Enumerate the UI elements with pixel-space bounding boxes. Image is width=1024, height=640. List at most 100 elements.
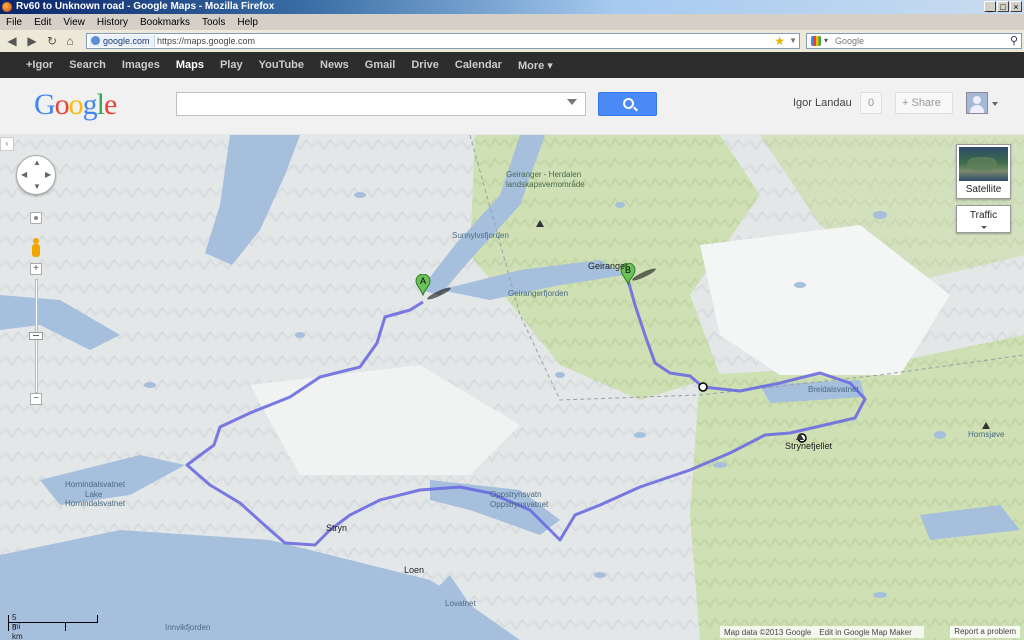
magnifier-icon [623, 98, 634, 109]
label-sunnylvsfjorden: Sunnylvsfjorden [452, 231, 509, 240]
google-header: Google Igor Landau 0 + Share [0, 78, 1024, 135]
menu-history[interactable]: History [91, 17, 134, 28]
menu-edit[interactable]: Edit [28, 17, 57, 28]
collapse-panel-icon[interactable]: ‹ [0, 137, 14, 151]
share-button[interactable]: + Share [895, 92, 953, 114]
label-geiranger-area-2: landskapsvernområde [506, 180, 585, 189]
pan-control[interactable]: ▲ ▼ ◀ ▶ [16, 155, 56, 195]
pan-right-icon[interactable]: ▶ [45, 171, 51, 179]
pan-up-icon[interactable]: ▲ [33, 159, 41, 167]
satellite-label: Satellite [965, 184, 1002, 195]
traffic-label: Traffic [969, 210, 998, 221]
menu-view[interactable]: View [57, 17, 91, 28]
map-tiles[interactable] [0, 135, 1024, 640]
gbar-images[interactable]: Images [122, 59, 160, 71]
gbar-news[interactable]: News [320, 59, 349, 71]
maps-search-box[interactable] [176, 92, 586, 116]
map-data-credit: Map data ©2013 Google [724, 627, 812, 637]
label-strynefjellet: Strynefjellet [785, 441, 833, 451]
engine-dropdown-icon[interactable]: ▾ [824, 34, 828, 48]
gbar-maps[interactable]: Maps [176, 59, 204, 71]
label-oppstrynsvatnet: Oppstrynsvatnet [490, 500, 549, 509]
menu-bookmarks[interactable]: Bookmarks [134, 17, 196, 28]
label-lovatnet: Lovatnet [445, 599, 476, 608]
browser-search-placeholder[interactable]: Google [835, 35, 864, 47]
label-breidalsvatnet: Breidalsvatnet [808, 385, 859, 394]
google-bar: +Igor Search Images Maps Play YouTube Ne… [0, 52, 1024, 78]
zoom-slider-thumb[interactable] [29, 332, 43, 340]
search-icon[interactable]: ⚲ [1010, 34, 1018, 48]
scale-km: 5 km [12, 623, 23, 640]
rotate-reset-icon[interactable] [30, 212, 42, 224]
notifications-count[interactable]: 0 [860, 92, 882, 114]
edit-map-maker-link[interactable]: Edit in Google Map Maker [819, 628, 912, 637]
gbar-calendar[interactable]: Calendar [455, 59, 502, 71]
search-options-dropdown-icon[interactable] [567, 99, 577, 105]
gbar-plus-igor[interactable]: +Igor [26, 59, 53, 71]
navigation-bar: ◀ ▶ ↻ ⌂ google.com https://maps.google.c… [0, 30, 1024, 53]
zoom-in-button[interactable]: + [30, 263, 42, 275]
menu-file[interactable]: File [0, 17, 28, 28]
window-controls: _ □ × [984, 1, 1022, 12]
window-titlebar: Rv60 to Unknown road - Google Maps - Moz… [0, 0, 1024, 14]
map-canvas[interactable]: A B Geiranger - Herdalen landskapsvernom… [0, 135, 1024, 640]
label-innvikfjorden: Innvikfjorden [165, 623, 211, 632]
menu-tools[interactable]: Tools [196, 17, 231, 28]
gbar-search[interactable]: Search [69, 59, 106, 71]
minimize-icon[interactable]: _ [984, 1, 996, 12]
zoom-out-button[interactable]: − [30, 393, 42, 405]
menu-help[interactable]: Help [231, 17, 264, 28]
reload-icon[interactable]: ↻ [44, 33, 60, 49]
url-dropdown-icon[interactable]: ▼ [789, 34, 797, 48]
map-attribution: Map data ©2013 Google Edit in Google Map… [720, 626, 924, 638]
pegman-icon[interactable] [31, 238, 41, 258]
account-dropdown-icon[interactable] [992, 102, 998, 106]
route-waypoint[interactable] [698, 382, 708, 392]
label-loen: Loen [404, 565, 425, 575]
site-identity-badge[interactable]: google.com [89, 35, 155, 47]
gbar-gmail[interactable]: Gmail [365, 59, 396, 71]
satellite-toggle[interactable]: Satellite [956, 144, 1011, 199]
pan-down-icon[interactable]: ▼ [33, 183, 41, 191]
maximize-icon[interactable]: □ [997, 1, 1009, 12]
marker-a-label: A [420, 276, 426, 286]
gbar-drive[interactable]: Drive [411, 59, 439, 71]
forward-icon[interactable]: ▶ [24, 33, 40, 49]
label-stryn: Stryn [326, 523, 348, 533]
avatar[interactable] [966, 92, 988, 114]
url-bar[interactable]: google.com https://maps.google.com ★ ▼ [86, 33, 800, 49]
bookmark-star-icon[interactable]: ★ [774, 34, 785, 48]
report-problem-link[interactable]: Report a problem [950, 626, 1020, 638]
label-oppstrynsvatn: Oppstrynsvatn [490, 490, 542, 499]
google-engine-icon[interactable] [811, 36, 821, 46]
home-icon[interactable]: ⌂ [62, 33, 78, 49]
gbar-youtube[interactable]: YouTube [259, 59, 304, 71]
site-badge-label: google.com [103, 36, 150, 46]
user-name[interactable]: Igor Landau [793, 97, 852, 109]
globe-icon [91, 36, 100, 45]
traffic-dropdown-icon[interactable] [981, 226, 987, 229]
gbar-play[interactable]: Play [220, 59, 243, 71]
traffic-layer-button[interactable]: Traffic [956, 205, 1011, 233]
label-hornindalsvatnet: Hornindalsvatnet [65, 480, 126, 489]
label-hornindalsvatnet-2: Hornindalsvatnet [65, 499, 126, 508]
label-geiranger: Geiranger [588, 261, 629, 271]
gbar-more[interactable]: More ▾ [518, 59, 553, 72]
firefox-icon [2, 2, 12, 12]
label-lake: Lake [85, 490, 103, 499]
maps-search-input[interactable] [181, 94, 565, 116]
marker-a[interactable]: A [415, 274, 431, 296]
close-icon[interactable]: × [1010, 1, 1022, 12]
label-geirangerfjorden: Geirangerfjorden [508, 289, 569, 298]
window-title: Rv60 to Unknown road - Google Maps - Moz… [16, 1, 275, 12]
label-geiranger-area: Geiranger - Herdalen [506, 170, 582, 179]
satellite-thumbnail [959, 147, 1008, 181]
menu-bar: File Edit View History Bookmarks Tools H… [0, 14, 1024, 30]
search-button[interactable] [598, 92, 657, 116]
url-text[interactable]: https://maps.google.com [157, 35, 255, 47]
pan-left-icon[interactable]: ◀ [21, 171, 27, 179]
back-icon[interactable]: ◀ [4, 33, 20, 49]
label-hornsjoeve: Hornsjøve [968, 430, 1005, 439]
browser-search-bar[interactable]: ▾ Google ⚲ [806, 33, 1022, 49]
google-logo[interactable]: Google [34, 88, 117, 122]
